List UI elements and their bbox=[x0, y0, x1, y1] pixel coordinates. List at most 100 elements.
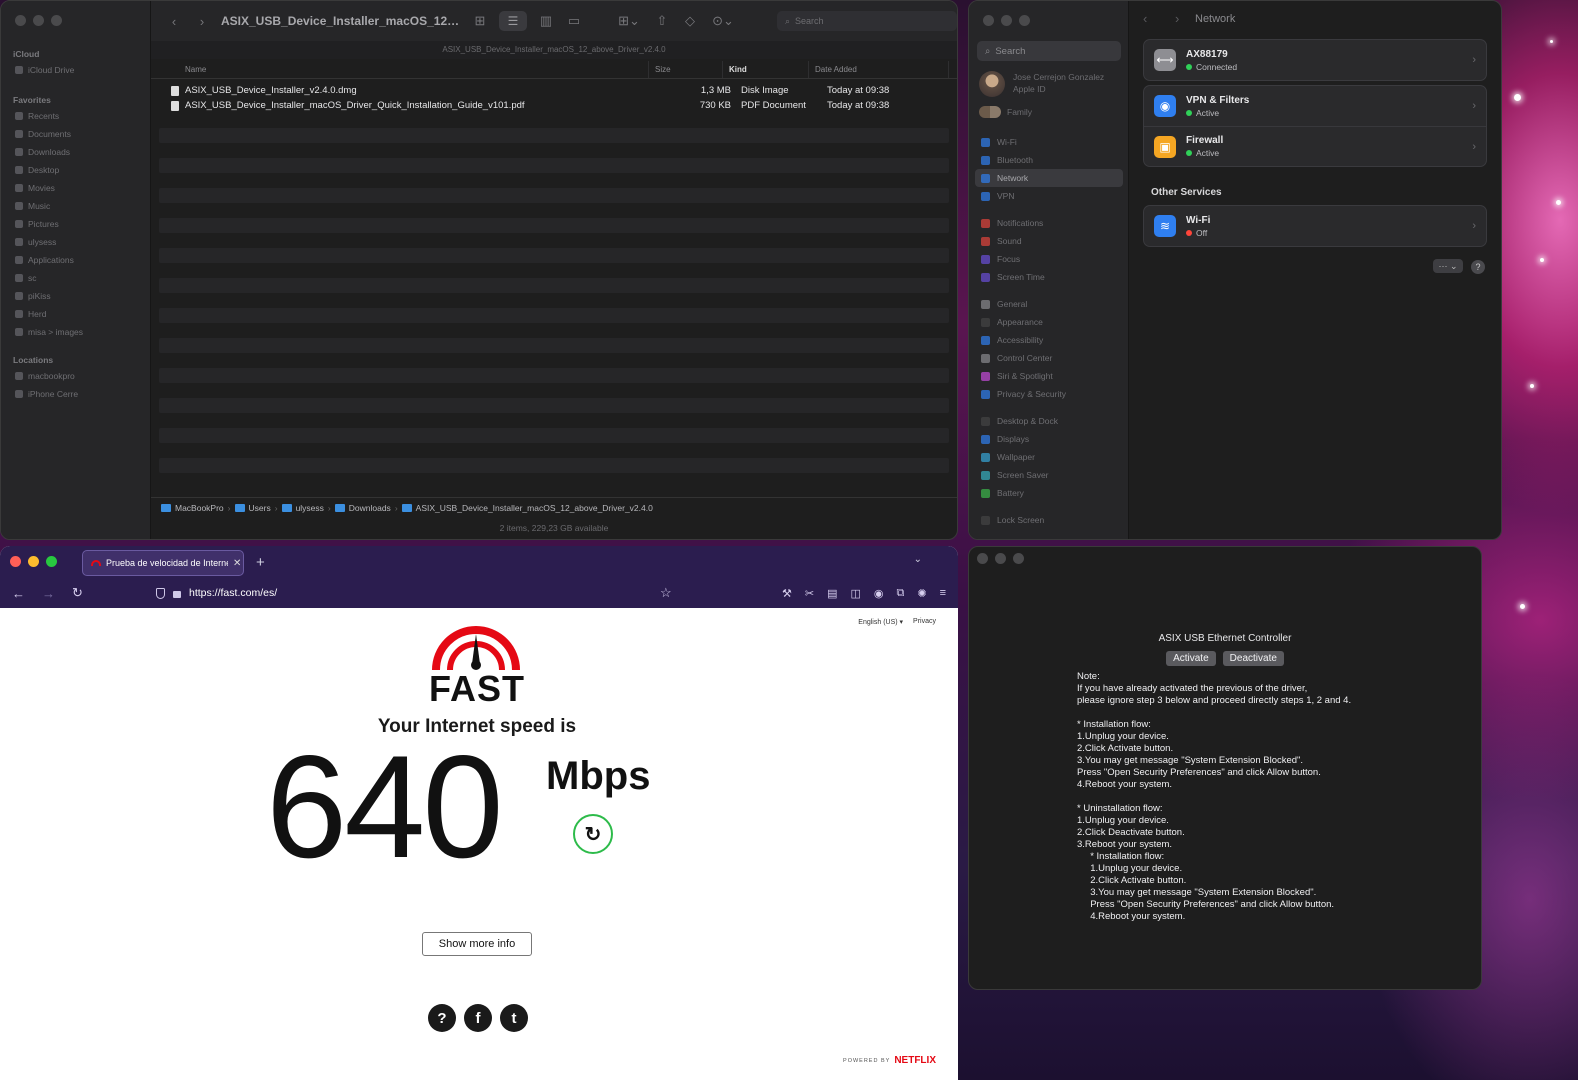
help-button[interactable]: ? bbox=[1471, 260, 1485, 274]
sidebar-item-downloads[interactable]: Downloads bbox=[1, 143, 150, 161]
service-firewall[interactable]: ▣ Firewall Active › bbox=[1144, 126, 1486, 166]
new-tab-icon[interactable]: + bbox=[256, 554, 265, 571]
sidebar-item-recents[interactable]: Recents bbox=[1, 107, 150, 125]
sidebar-item-lock-screen[interactable]: Lock Screen bbox=[975, 511, 1123, 529]
sidebar-item-notifications[interactable]: Notifications bbox=[975, 214, 1123, 232]
sidebar-item-iphone-cerre[interactable]: iPhone Cerre bbox=[1, 385, 150, 403]
service-ax88179[interactable]: ⟷ AX88179 Connected › bbox=[1144, 40, 1486, 80]
breadcrumb-item-macbookpro[interactable]: MacBookPro bbox=[175, 503, 224, 513]
window-controls[interactable] bbox=[977, 553, 1024, 564]
sidebar-item-applications[interactable]: Applications bbox=[1, 251, 150, 269]
sidebar-item-movies[interactable]: Movies bbox=[1, 179, 150, 197]
reload-icon[interactable]: ↻ bbox=[72, 585, 90, 601]
window-controls[interactable] bbox=[15, 15, 62, 26]
sidebar-icon[interactable]: ◫ bbox=[850, 587, 860, 600]
icon-view-icon[interactable]: ⊞ bbox=[471, 13, 489, 29]
window-controls[interactable] bbox=[983, 15, 1030, 26]
breadcrumb-item-ulysess[interactable]: ulysess bbox=[296, 503, 324, 513]
extensions-icon[interactable]: ⧉ bbox=[897, 587, 905, 600]
sidebar-item-music[interactable]: Music bbox=[1, 197, 150, 215]
screenshot-icon[interactable]: ✂ bbox=[805, 587, 814, 600]
more-actions-icon[interactable]: ⊙⌄ bbox=[709, 13, 737, 29]
reader-icon[interactable]: ▤ bbox=[827, 587, 837, 600]
breadcrumb-item-users[interactable]: Users bbox=[249, 503, 271, 513]
sidebar-item-siri-spotlight[interactable]: Siri & Spotlight bbox=[975, 367, 1123, 385]
sidebar-item-misa-images[interactable]: misa > images bbox=[1, 323, 150, 341]
sidebar-item-wi-fi[interactable]: Wi-Fi bbox=[975, 133, 1123, 151]
wrench-icon[interactable]: ⚒ bbox=[782, 587, 792, 600]
sidebar-item-screen-time[interactable]: Screen Time bbox=[975, 268, 1123, 286]
activate-button[interactable]: Activate bbox=[1166, 651, 1216, 666]
family-item[interactable]: Family bbox=[979, 106, 1032, 118]
gallery-view-icon[interactable]: ▭ bbox=[565, 13, 583, 29]
twitter-icon[interactable]: t bbox=[500, 1004, 528, 1032]
window-controls[interactable] bbox=[10, 556, 57, 567]
sidebar-item-accessibility[interactable]: Accessibility bbox=[975, 331, 1123, 349]
tracking-protection-icon[interactable] bbox=[156, 587, 165, 599]
sidebar-item-pikiss[interactable]: piKiss bbox=[1, 287, 150, 305]
tag-icon[interactable]: ◇ bbox=[681, 13, 699, 29]
privacy-link[interactable]: Privacy bbox=[913, 618, 936, 626]
menu-icon[interactable]: ≡ bbox=[940, 587, 946, 600]
sidebar-item-icloud-drive[interactable]: iCloud Drive bbox=[1, 61, 150, 79]
back-icon[interactable]: ← bbox=[12, 586, 30, 601]
column-date-added[interactable]: Date Added bbox=[809, 61, 949, 78]
list-view-icon[interactable]: ☰ bbox=[499, 11, 527, 31]
sidebar-item-network[interactable]: Network bbox=[975, 169, 1123, 187]
service-wi-fi[interactable]: ≋ Wi-Fi Off › bbox=[1144, 206, 1486, 246]
sidebar-item-focus[interactable]: Focus bbox=[975, 250, 1123, 268]
service-vpn-filters[interactable]: ◉ VPN & Filters Active › bbox=[1144, 86, 1486, 126]
forward-icon[interactable]: → bbox=[42, 586, 60, 601]
account-icon[interactable]: ◉ bbox=[874, 587, 884, 600]
sidebar-item-bluetooth[interactable]: Bluetooth bbox=[975, 151, 1123, 169]
settings-search-field[interactable]: ⌕ Search bbox=[977, 41, 1121, 61]
show-more-info-button[interactable]: Show more info bbox=[422, 932, 532, 956]
column-name[interactable]: Name bbox=[151, 61, 649, 78]
sidebar-item-desktop[interactable]: Desktop bbox=[1, 161, 150, 179]
share-icon[interactable]: ⇧ bbox=[653, 13, 671, 29]
help-icon[interactable]: ? bbox=[428, 1004, 456, 1032]
tab-fast[interactable]: Prueba de velocidad de Internet ✕ bbox=[82, 550, 244, 576]
column-view-icon[interactable]: ▥ bbox=[537, 13, 555, 29]
powered-by-netflix[interactable]: POWERED BY NETFLIX bbox=[843, 1055, 936, 1066]
sidebar-item-privacy-security[interactable]: Privacy & Security bbox=[975, 385, 1123, 403]
sidebar-item-documents[interactable]: Documents bbox=[1, 125, 150, 143]
language-selector[interactable]: English (US) ▾ bbox=[858, 618, 903, 626]
sidebar-item-general[interactable]: General bbox=[975, 295, 1123, 313]
column-kind[interactable]: Kind bbox=[723, 61, 809, 78]
facebook-icon[interactable]: f bbox=[464, 1004, 492, 1032]
sidebar-item-screen-saver[interactable]: Screen Saver bbox=[975, 466, 1123, 484]
sidebar-item-ulysess[interactable]: ulysess bbox=[1, 233, 150, 251]
extension-icon[interactable]: ✺ bbox=[917, 587, 926, 600]
file-row[interactable]: ASIX_USB_Device_Installer_v2.4.0.dmg 1,3 … bbox=[159, 83, 949, 98]
sidebar-item-pictures[interactable]: Pictures bbox=[1, 215, 150, 233]
apple-id-account[interactable]: Jose Cerrejon Gonzalez Apple ID bbox=[979, 71, 1104, 97]
list-tabs-icon[interactable]: ⌄ bbox=[914, 554, 922, 565]
sidebar-item-desktop-dock[interactable]: Desktop & Dock bbox=[975, 412, 1123, 430]
sidebar-item-wallpaper[interactable]: Wallpaper bbox=[975, 448, 1123, 466]
sidebar-item-macbookpro[interactable]: macbookpro bbox=[1, 367, 150, 385]
sidebar-item-sc[interactable]: sc bbox=[1, 269, 150, 287]
file-row[interactable]: ASIX_USB_Device_Installer_macOS_Driver_Q… bbox=[159, 98, 949, 113]
bookmark-star-icon[interactable]: ☆ bbox=[660, 585, 672, 601]
sidebar-item-battery[interactable]: Battery bbox=[975, 484, 1123, 502]
column-size[interactable]: Size bbox=[649, 61, 723, 78]
sidebar-item-appearance[interactable]: Appearance bbox=[975, 313, 1123, 331]
close-tab-icon[interactable]: ✕ bbox=[233, 558, 241, 569]
group-icon[interactable]: ⊞⌄ bbox=[615, 13, 643, 29]
retest-icon[interactable]: ↻ bbox=[573, 814, 613, 854]
breadcrumb-item-downloads[interactable]: Downloads bbox=[349, 503, 391, 513]
forward-icon[interactable]: › bbox=[193, 14, 211, 29]
breadcrumb-item-asix-usb-device-installer-macos-12-above-driver-v2-4-0[interactable]: ASIX_USB_Device_Installer_macOS_12_above… bbox=[416, 503, 653, 513]
finder-search-field[interactable]: ⌕ Search bbox=[777, 11, 957, 31]
back-forward-icons[interactable]: ‹ › bbox=[1143, 11, 1191, 26]
url-bar[interactable]: https://fast.com/es/ bbox=[156, 587, 277, 599]
sidebar-item-control-center[interactable]: Control Center bbox=[975, 349, 1123, 367]
sidebar-item-displays[interactable]: Displays bbox=[975, 430, 1123, 448]
more-options-button[interactable]: ··· ⌄ bbox=[1433, 259, 1463, 273]
deactivate-button[interactable]: Deactivate bbox=[1222, 651, 1284, 666]
lock-icon[interactable] bbox=[173, 591, 181, 598]
sidebar-item-sound[interactable]: Sound bbox=[975, 232, 1123, 250]
sidebar-item-vpn[interactable]: VPN bbox=[975, 187, 1123, 205]
sidebar-item-herd[interactable]: Herd bbox=[1, 305, 150, 323]
